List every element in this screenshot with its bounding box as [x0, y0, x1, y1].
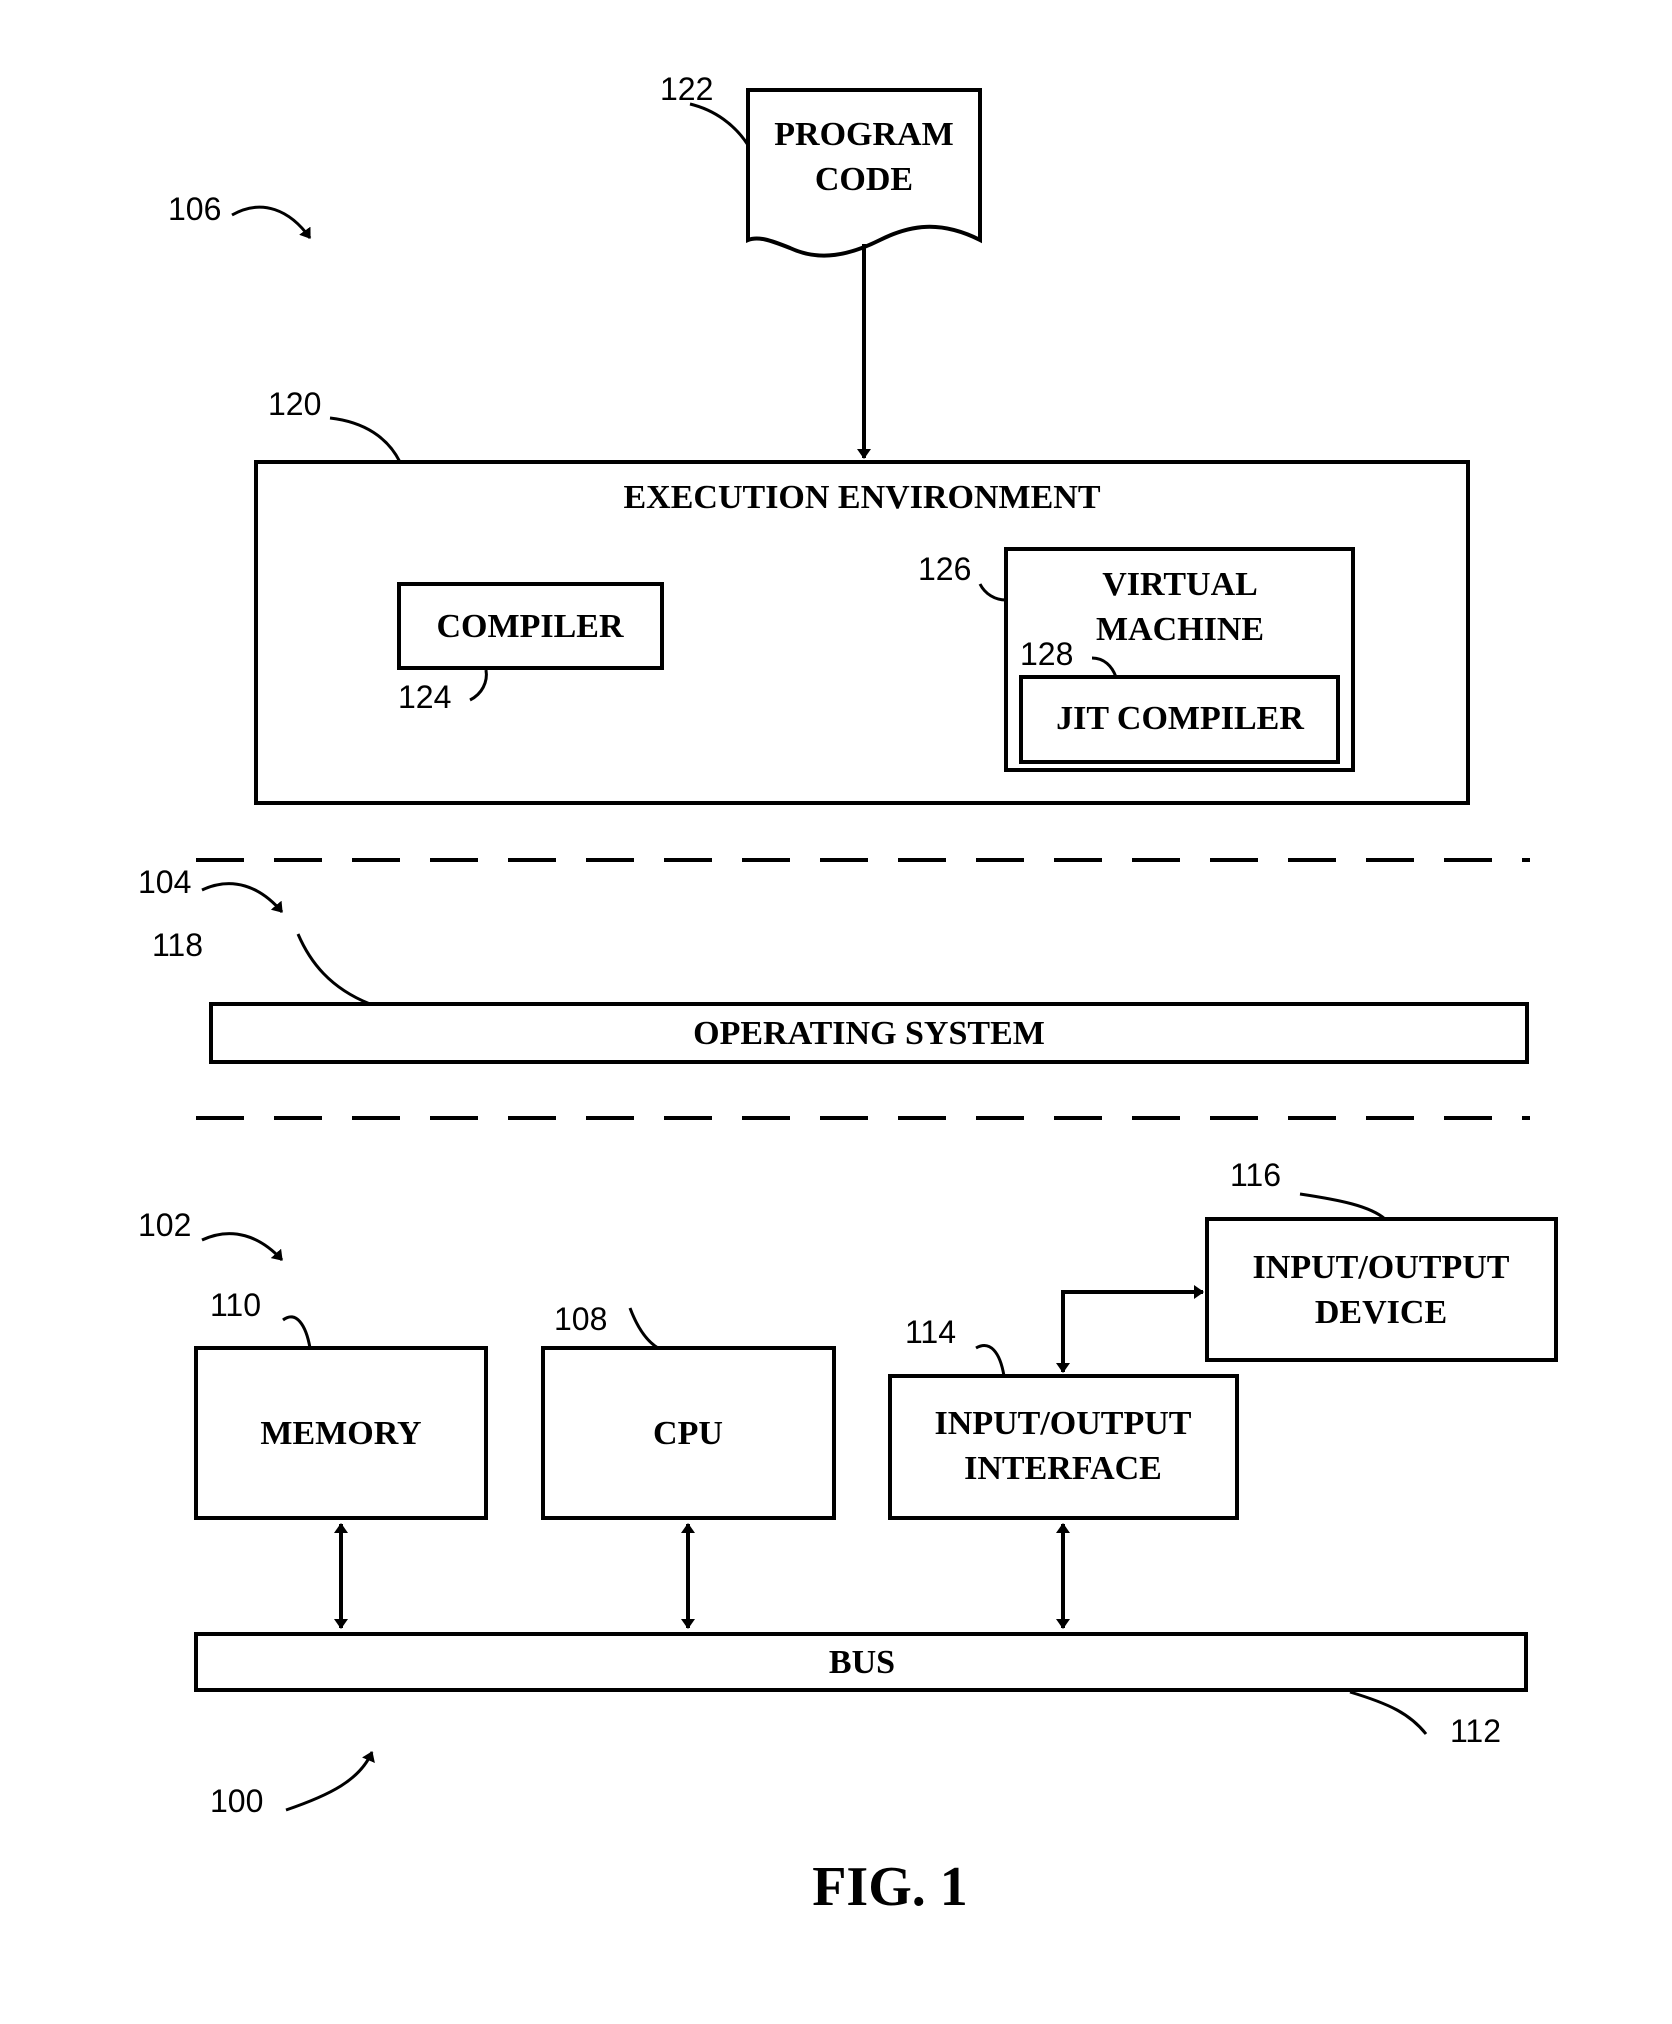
jit-compiler-label: JIT COMPILER	[1056, 700, 1304, 737]
program-code-document: PROGRAM CODE 122	[660, 71, 982, 258]
layer-ref-102: 102	[138, 1207, 284, 1262]
cpu-box: CPU 108	[541, 1301, 836, 1520]
ref-label-126: 126	[918, 551, 971, 587]
operating-system-bar: OPERATING SYSTEM 118	[152, 927, 1529, 1064]
memory-box: MEMORY 110	[194, 1287, 488, 1520]
leader-line-118	[296, 933, 371, 1006]
leader-line-124	[469, 669, 488, 702]
ref-label-122: 122	[660, 71, 713, 107]
ref-label-112: 112	[1450, 1713, 1501, 1749]
system-diagram: 106 PROGRAM CODE 122 EXECUTION ENVIRONME…	[138, 71, 1558, 1918]
ref-label-102: 102	[138, 1207, 191, 1243]
bus-label: BUS	[829, 1644, 895, 1681]
ref-label-120: 120	[268, 386, 321, 422]
compiler-label: COMPILER	[437, 608, 624, 645]
leader-line-112	[1349, 1690, 1428, 1735]
ref-label-100: 100	[210, 1783, 263, 1819]
leader-line-120	[329, 416, 402, 463]
leader-line-110	[282, 1315, 312, 1349]
ref-label-118: 118	[152, 927, 203, 963]
leader-line-126	[978, 583, 1007, 602]
leader-line-108	[628, 1307, 659, 1350]
io-device-box: INPUT/OUTPUT DEVICE 116	[1205, 1157, 1558, 1362]
curved-arrow-icon	[201, 1232, 284, 1262]
ref-label-106: 106	[168, 191, 221, 227]
layer-ref-104: 104	[138, 864, 284, 913]
leader-line-128	[1091, 656, 1118, 678]
io-interface-frame	[888, 1374, 1239, 1520]
system-ref-100: 100	[210, 1751, 375, 1819]
curved-arrow-icon	[285, 1751, 375, 1812]
virtual-machine-line1: VIRTUAL	[1102, 566, 1258, 603]
virtual-machine-line2: MACHINE	[1096, 611, 1264, 648]
cpu-label: CPU	[653, 1415, 723, 1452]
layer-ref-106: 106	[168, 191, 312, 239]
memory-label: MEMORY	[260, 1415, 421, 1452]
ref-label-124: 124	[398, 679, 451, 715]
curved-arrow-icon	[231, 205, 312, 239]
io-interface-line2: INTERFACE	[964, 1450, 1162, 1487]
compiler-box: COMPILER 124	[397, 582, 664, 715]
leader-line-116	[1299, 1192, 1386, 1221]
io-interface-line1: INPUT/OUTPUT	[935, 1405, 1192, 1442]
figure-caption: FIG. 1	[812, 1856, 968, 1918]
ref-label-114: 114	[905, 1314, 956, 1350]
operating-system-label: OPERATING SYSTEM	[693, 1015, 1045, 1052]
io-device-line1: INPUT/OUTPUT	[1253, 1249, 1510, 1286]
execution-environment-label: EXECUTION ENVIRONMENT	[624, 479, 1101, 516]
bus-bar: BUS 112	[194, 1632, 1528, 1749]
ref-label-110: 110	[210, 1287, 261, 1323]
program-code-line2: CODE	[815, 161, 913, 198]
io-device-line2: DEVICE	[1315, 1294, 1447, 1331]
io-device-frame	[1205, 1217, 1558, 1362]
ref-label-104: 104	[138, 864, 191, 900]
jit-compiler-box: JIT COMPILER 128	[1019, 636, 1340, 764]
program-code-line1: PROGRAM	[774, 116, 953, 153]
leader-line-122	[689, 102, 750, 146]
ref-label-116: 116	[1230, 1157, 1281, 1193]
curved-arrow-icon	[201, 882, 284, 913]
arrow-interface-to-device	[1056, 1285, 1204, 1373]
leader-line-114	[975, 1344, 1006, 1377]
ref-label-128: 128	[1020, 636, 1073, 672]
ref-label-108: 108	[554, 1301, 607, 1337]
